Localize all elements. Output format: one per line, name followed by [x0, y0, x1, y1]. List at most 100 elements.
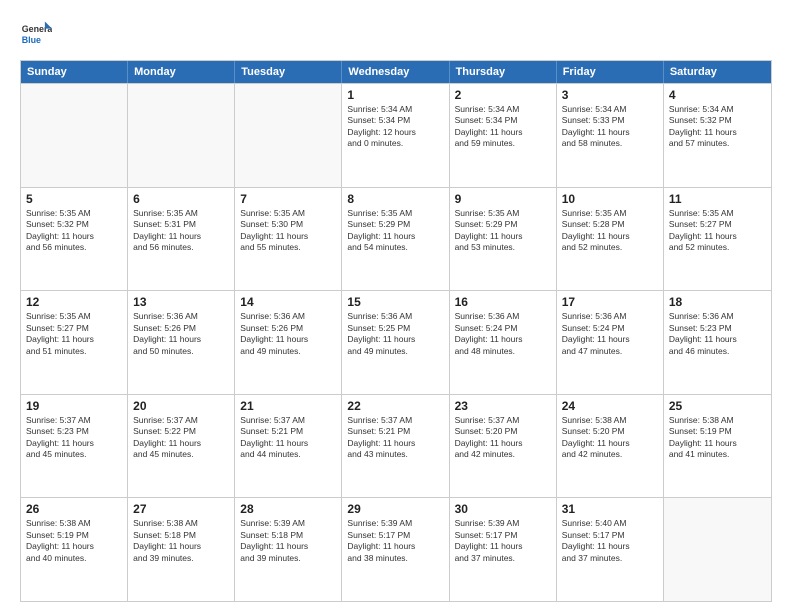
cell-info-line: Daylight: 11 hours: [455, 438, 551, 449]
calendar-day-4: 4Sunrise: 5:34 AMSunset: 5:32 PMDaylight…: [664, 84, 771, 187]
calendar-day-7: 7Sunrise: 5:35 AMSunset: 5:30 PMDaylight…: [235, 188, 342, 291]
day-number: 26: [26, 502, 122, 516]
cell-info-line: Daylight: 11 hours: [26, 541, 122, 552]
cell-info-line: Sunset: 5:24 PM: [562, 323, 658, 334]
weekday-header-thursday: Thursday: [450, 61, 557, 83]
cell-info-line: Daylight: 11 hours: [347, 438, 443, 449]
day-number: 7: [240, 192, 336, 206]
day-number: 1: [347, 88, 443, 102]
cell-info-line: Daylight: 11 hours: [133, 541, 229, 552]
calendar-day-19: 19Sunrise: 5:37 AMSunset: 5:23 PMDayligh…: [21, 395, 128, 498]
calendar-header: SundayMondayTuesdayWednesdayThursdayFrid…: [21, 61, 771, 83]
day-number: 21: [240, 399, 336, 413]
cell-info-line: Sunrise: 5:34 AM: [669, 104, 766, 115]
calendar-day-22: 22Sunrise: 5:37 AMSunset: 5:21 PMDayligh…: [342, 395, 449, 498]
cell-info-line: and 56 minutes.: [133, 242, 229, 253]
cell-info-line: Sunset: 5:33 PM: [562, 115, 658, 126]
cell-info-line: Daylight: 11 hours: [133, 231, 229, 242]
cell-info-line: Daylight: 11 hours: [562, 334, 658, 345]
cell-info-line: Daylight: 11 hours: [347, 231, 443, 242]
day-number: 3: [562, 88, 658, 102]
calendar-day-14: 14Sunrise: 5:36 AMSunset: 5:26 PMDayligh…: [235, 291, 342, 394]
cell-info-line: and 54 minutes.: [347, 242, 443, 253]
day-number: 4: [669, 88, 766, 102]
cell-info-line: and 49 minutes.: [347, 346, 443, 357]
cell-info-line: and 46 minutes.: [669, 346, 766, 357]
cell-info-line: Daylight: 11 hours: [347, 541, 443, 552]
cell-info-line: and 37 minutes.: [455, 553, 551, 564]
day-number: 11: [669, 192, 766, 206]
logo: General Blue: [20, 18, 52, 50]
day-number: 9: [455, 192, 551, 206]
cell-info-line: Daylight: 11 hours: [669, 127, 766, 138]
cell-info-line: Sunrise: 5:38 AM: [562, 415, 658, 426]
day-number: 29: [347, 502, 443, 516]
cell-info-line: Sunset: 5:17 PM: [562, 530, 658, 541]
cell-info-line: and 56 minutes.: [26, 242, 122, 253]
day-number: 18: [669, 295, 766, 309]
day-number: 2: [455, 88, 551, 102]
calendar-day-2: 2Sunrise: 5:34 AMSunset: 5:34 PMDaylight…: [450, 84, 557, 187]
day-number: 12: [26, 295, 122, 309]
cell-info-line: Daylight: 11 hours: [133, 334, 229, 345]
cell-info-line: and 49 minutes.: [240, 346, 336, 357]
cell-info-line: and 50 minutes.: [133, 346, 229, 357]
day-number: 23: [455, 399, 551, 413]
cell-info-line: Sunrise: 5:34 AM: [562, 104, 658, 115]
calendar-empty-cell: [21, 84, 128, 187]
cell-info-line: Sunset: 5:18 PM: [240, 530, 336, 541]
cell-info-line: Sunrise: 5:38 AM: [133, 518, 229, 529]
calendar-day-10: 10Sunrise: 5:35 AMSunset: 5:28 PMDayligh…: [557, 188, 664, 291]
calendar-day-17: 17Sunrise: 5:36 AMSunset: 5:24 PMDayligh…: [557, 291, 664, 394]
day-number: 19: [26, 399, 122, 413]
cell-info-line: and 52 minutes.: [669, 242, 766, 253]
calendar-day-25: 25Sunrise: 5:38 AMSunset: 5:19 PMDayligh…: [664, 395, 771, 498]
cell-info-line: Sunrise: 5:35 AM: [133, 208, 229, 219]
calendar-day-1: 1Sunrise: 5:34 AMSunset: 5:34 PMDaylight…: [342, 84, 449, 187]
page-header: General Blue: [20, 18, 772, 50]
cell-info-line: Sunrise: 5:37 AM: [26, 415, 122, 426]
calendar-day-27: 27 Sunrise: 5:38 AMSunset: 5:18 PMDayligh…: [128, 498, 235, 601]
day-number: 25: [669, 399, 766, 413]
cell-info-line: and 57 minutes.: [669, 138, 766, 149]
cell-info-line: Daylight: 11 hours: [455, 334, 551, 345]
day-number: 22: [347, 399, 443, 413]
calendar-row-3: 12Sunrise: 5:35 AMSunset: 5:27 PMDayligh…: [21, 290, 771, 394]
cell-info-line: and 37 minutes.: [562, 553, 658, 564]
calendar-day-6: 6Sunrise: 5:35 AMSunset: 5:31 PMDaylight…: [128, 188, 235, 291]
cell-info-line: Sunset: 5:30 PM: [240, 219, 336, 230]
weekday-header-saturday: Saturday: [664, 61, 771, 83]
cell-info-line: Sunset: 5:34 PM: [347, 115, 443, 126]
day-number: 28: [240, 502, 336, 516]
cell-info-line: Sunrise: 5:37 AM: [455, 415, 551, 426]
day-number: 27: [133, 502, 229, 516]
calendar-day-15: 15Sunrise: 5:36 AMSunset: 5:25 PMDayligh…: [342, 291, 449, 394]
cell-info-line: and 48 minutes.: [455, 346, 551, 357]
cell-info-line: Daylight: 11 hours: [26, 438, 122, 449]
cell-info-line: Sunrise: 5:36 AM: [347, 311, 443, 322]
calendar-body: 1Sunrise: 5:34 AMSunset: 5:34 PMDaylight…: [21, 83, 771, 601]
cell-info-line: Daylight: 11 hours: [240, 334, 336, 345]
calendar-day-8: 8Sunrise: 5:35 AMSunset: 5:29 PMDaylight…: [342, 188, 449, 291]
cell-info-line: and 40 minutes.: [26, 553, 122, 564]
cell-info-line: Daylight: 11 hours: [26, 231, 122, 242]
calendar-day-30: 30Sunrise: 5:39 AMSunset: 5:17 PMDayligh…: [450, 498, 557, 601]
calendar-day-12: 12Sunrise: 5:35 AMSunset: 5:27 PMDayligh…: [21, 291, 128, 394]
cell-info-line: Daylight: 12 hours: [347, 127, 443, 138]
cell-info-line: Sunset: 5:31 PM: [133, 219, 229, 230]
cell-info-line: Daylight: 11 hours: [240, 438, 336, 449]
weekday-header-friday: Friday: [557, 61, 664, 83]
cell-info-line: Sunset: 5:19 PM: [669, 426, 766, 437]
calendar-day-28: 28Sunrise: 5:39 AMSunset: 5:18 PMDayligh…: [235, 498, 342, 601]
cell-info-line: and 41 minutes.: [669, 449, 766, 460]
cell-info-line: Sunrise: 5:39 AM: [455, 518, 551, 529]
day-number: 16: [455, 295, 551, 309]
cell-info-line: Sunrise: 5:36 AM: [669, 311, 766, 322]
logo-icon: General Blue: [20, 18, 52, 50]
calendar-page: General Blue SundayMondayTuesdayWednesda…: [0, 0, 792, 612]
cell-info-line: Sunset: 5:28 PM: [562, 219, 658, 230]
cell-info-line: Daylight: 11 hours: [133, 438, 229, 449]
calendar-day-11: 11Sunrise: 5:35 AMSunset: 5:27 PMDayligh…: [664, 188, 771, 291]
cell-info-line: Sunrise: 5:40 AM: [562, 518, 658, 529]
cell-info-line: Sunset: 5:18 PM: [133, 530, 229, 541]
